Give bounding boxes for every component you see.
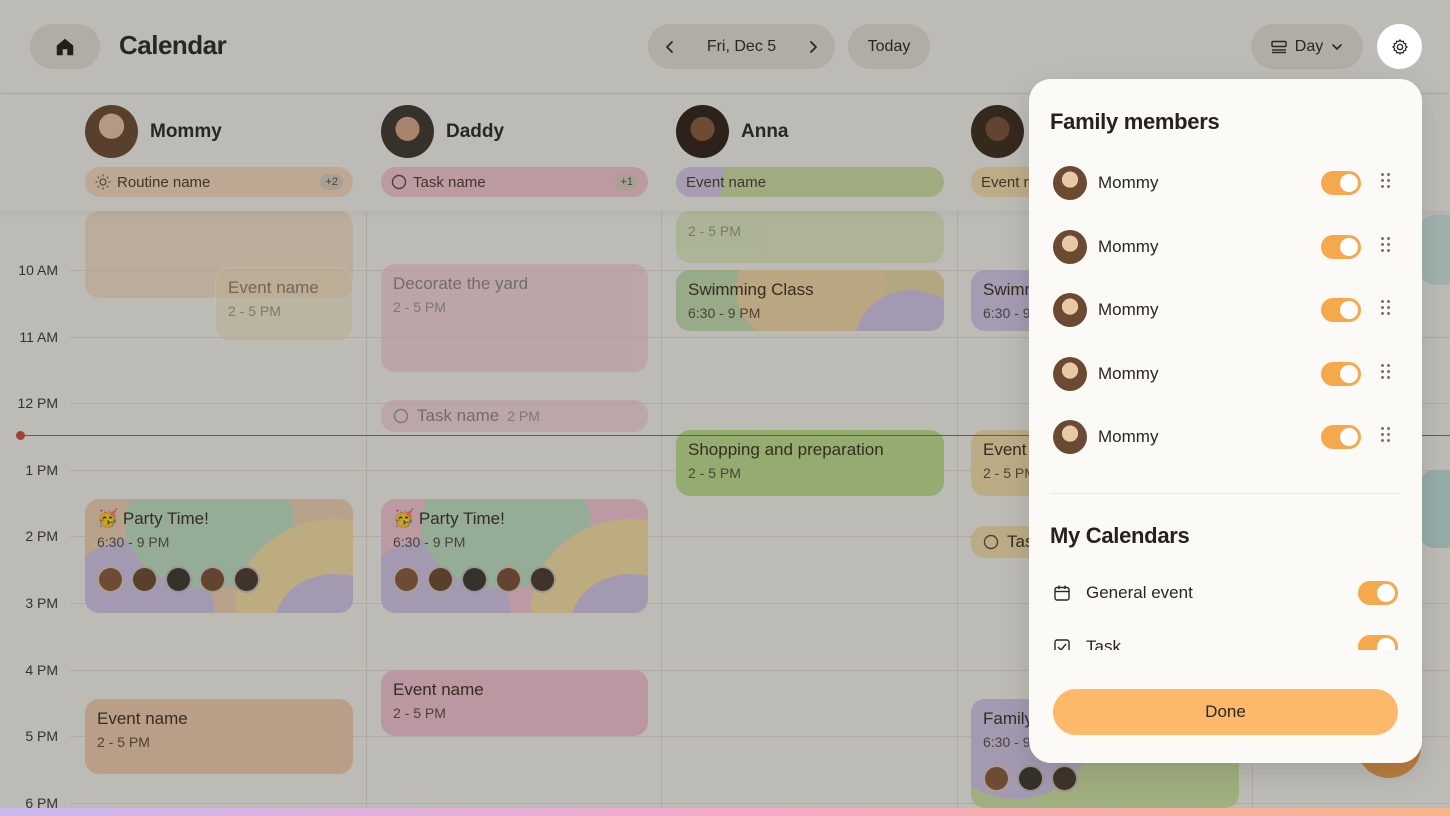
member-visibility-toggle[interactable] xyxy=(1321,362,1361,386)
checkbox-icon xyxy=(1054,639,1070,650)
family-member-name: Mommy xyxy=(1098,364,1159,383)
avatar xyxy=(1053,230,1087,264)
member-visibility-toggle[interactable] xyxy=(1321,171,1361,195)
avatar xyxy=(1053,357,1087,391)
done-button[interactable]: Done xyxy=(1053,689,1398,735)
calendar-visibility-toggle[interactable] xyxy=(1358,581,1398,605)
drag-handle-icon[interactable] xyxy=(1381,427,1391,443)
avatar xyxy=(1053,293,1087,327)
family-member-name: Mommy xyxy=(1098,427,1159,446)
settings-panel: Family members Mommy Mommy Mommy Mommy M… xyxy=(1029,79,1422,763)
calendars-list: General event Task xyxy=(1029,569,1422,650)
calendar-name: General event xyxy=(1086,583,1193,602)
avatar xyxy=(1053,420,1087,454)
drag-handle-icon[interactable] xyxy=(1381,300,1391,316)
calendar-row: Task xyxy=(1053,632,1398,650)
calendar-row: General event xyxy=(1053,578,1398,608)
avatar xyxy=(1053,166,1087,200)
calendar-visibility-toggle[interactable] xyxy=(1358,635,1398,650)
my-calendars-title: My Calendars xyxy=(1050,523,1190,548)
gear-icon xyxy=(1391,38,1408,55)
section-divider xyxy=(1050,493,1400,494)
family-member-name: Mommy xyxy=(1098,300,1159,319)
family-member-row: Mommy xyxy=(1053,419,1398,455)
family-member-name: Mommy xyxy=(1098,237,1159,256)
family-member-row: Mommy xyxy=(1053,292,1398,328)
family-member-row: Mommy xyxy=(1053,356,1398,392)
family-members-title: Family members xyxy=(1050,109,1220,134)
drag-handle-icon[interactable] xyxy=(1381,364,1391,380)
settings-button[interactable] xyxy=(1377,24,1422,69)
drag-handle-icon[interactable] xyxy=(1381,173,1391,189)
bottom-accent-bar xyxy=(0,808,1450,816)
member-visibility-toggle[interactable] xyxy=(1321,298,1361,322)
family-member-row: Mommy xyxy=(1053,165,1398,201)
family-member-name: Mommy xyxy=(1098,173,1159,192)
member-visibility-toggle[interactable] xyxy=(1321,425,1361,449)
calendar-icon xyxy=(1054,585,1070,601)
calendar-name: Task xyxy=(1086,637,1121,650)
member-visibility-toggle[interactable] xyxy=(1321,235,1361,259)
family-member-row: Mommy xyxy=(1053,229,1398,265)
drag-handle-icon[interactable] xyxy=(1381,237,1391,253)
